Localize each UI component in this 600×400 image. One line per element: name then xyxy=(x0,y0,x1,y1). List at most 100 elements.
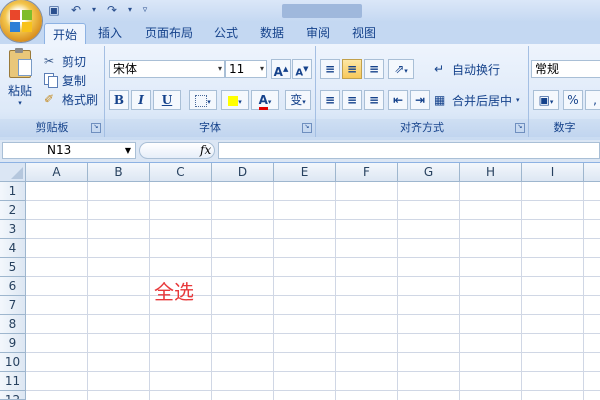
cell-area[interactable] xyxy=(26,182,600,400)
phonetic-button[interactable]: 变▾ xyxy=(285,90,311,110)
underline-button[interactable]: U xyxy=(153,90,181,110)
column-header[interactable]: B xyxy=(88,163,150,182)
row-header[interactable]: 3 xyxy=(0,220,26,239)
wrap-text-button[interactable]: ↵ 自动换行 xyxy=(434,60,500,78)
row-header[interactable]: 7 xyxy=(0,296,26,315)
merge-center-label: 合并后居中 xyxy=(452,93,513,108)
row-header[interactable]: 5 xyxy=(0,258,26,277)
tab-view[interactable]: 视图 xyxy=(344,22,384,44)
number-group-label: 数字 xyxy=(529,119,600,137)
bold-button[interactable]: B xyxy=(109,90,129,110)
number-format-value: 常规 xyxy=(535,62,560,76)
column-header[interactable]: D xyxy=(212,163,274,182)
chevron-down-icon[interactable]: ▾ xyxy=(90,2,98,18)
align-right-button[interactable]: ≡ xyxy=(364,90,384,110)
align-top-button[interactable]: ≡ xyxy=(320,59,340,79)
shrink-font-label: A xyxy=(295,67,304,79)
row-header[interactable]: 9 xyxy=(0,334,26,353)
column-header[interactable]: A xyxy=(26,163,88,182)
number-format-combo[interactable]: 常规 xyxy=(531,60,600,78)
grow-font-button[interactable]: A▲ xyxy=(271,59,291,79)
chevron-down-icon[interactable]: ▾ xyxy=(516,96,520,104)
column-header[interactable] xyxy=(584,163,600,182)
undo-icon[interactable]: ↶ xyxy=(68,2,84,18)
row-header[interactable]: 4 xyxy=(0,239,26,258)
clipboard-group: 粘贴 ▾ ✂ 剪切 复制 ✐ 格式刷 剪贴板 ↘ xyxy=(0,46,105,137)
merge-center-button[interactable]: ▦ 合并后居中 ▾ xyxy=(434,91,520,109)
insert-function-button[interactable]: fx xyxy=(200,143,211,157)
format-painter-button[interactable]: ✐ 格式刷 xyxy=(44,90,98,108)
worksheet-grid[interactable]: A B C D E F G H I 1 2 3 4 5 6 7 8 9 10 1… xyxy=(0,163,600,400)
align-left-button[interactable]: ≡ xyxy=(320,90,340,110)
tab-data[interactable]: 数据 xyxy=(252,22,292,44)
border-button[interactable]: ▾ xyxy=(189,90,217,110)
row-header[interactable]: 10 xyxy=(0,353,26,372)
column-header[interactable]: C xyxy=(150,163,212,182)
dialog-launcher-icon[interactable]: ↘ xyxy=(302,123,312,133)
shrink-font-button[interactable]: A▼ xyxy=(292,59,312,79)
comma-button[interactable]: , xyxy=(585,90,600,110)
chevron-down-icon[interactable]: ▼ xyxy=(125,143,131,158)
row-header[interactable]: 12 xyxy=(0,391,26,400)
chevron-down-icon[interactable]: ▾ xyxy=(126,2,134,18)
font-name-combo[interactable]: 宋体 ▾ xyxy=(109,60,225,78)
percent-button[interactable]: % xyxy=(563,90,583,110)
tab-review[interactable]: 审阅 xyxy=(298,22,338,44)
formula-input[interactable] xyxy=(218,142,600,159)
italic-button[interactable]: I xyxy=(131,90,151,110)
paste-button[interactable]: 粘贴 ▾ xyxy=(6,48,34,110)
formula-bar: N13 ▼ fx xyxy=(0,140,600,163)
save-icon[interactable]: ▣ xyxy=(46,2,62,18)
select-all-button[interactable] xyxy=(0,163,26,182)
redo-icon[interactable]: ↷ xyxy=(104,2,120,18)
align-right-icon: ≡ xyxy=(368,93,380,107)
orientation-button[interactable]: ⇗▾ xyxy=(388,59,414,79)
name-box[interactable]: N13 ▼ xyxy=(2,142,136,159)
column-header[interactable]: G xyxy=(398,163,460,182)
clipboard-icon xyxy=(9,48,32,78)
align-bottom-button[interactable]: ≡ xyxy=(364,59,384,79)
paste-label: 粘贴 xyxy=(7,84,32,98)
customize-toolbar-icon[interactable]: ▿ xyxy=(140,2,150,18)
font-name-value: 宋体 xyxy=(113,62,138,76)
tab-formulas[interactable]: 公式 xyxy=(206,22,246,44)
office-button[interactable] xyxy=(0,0,42,42)
column-header[interactable]: I xyxy=(522,163,584,182)
align-middle-button[interactable]: ≡ xyxy=(342,59,362,79)
copy-button[interactable]: 复制 xyxy=(44,71,86,89)
paint-bucket-icon xyxy=(228,95,239,106)
tab-page-layout[interactable]: 页面布局 xyxy=(138,22,200,44)
currency-button[interactable]: ▣▾ xyxy=(533,90,559,110)
quick-access-toolbar: ▣ ↶ ▾ ↷ ▾ ▿ xyxy=(46,2,150,18)
font-color-label: A xyxy=(258,93,268,110)
row-header[interactable]: 8 xyxy=(0,315,26,334)
dialog-launcher-icon[interactable]: ↘ xyxy=(91,123,101,133)
chevron-down-icon: ▾ xyxy=(18,99,22,107)
chevron-down-icon[interactable]: ▾ xyxy=(218,61,222,77)
tab-home[interactable]: 开始 xyxy=(44,23,86,45)
chevron-down-icon[interactable]: ▾ xyxy=(260,61,264,77)
increase-indent-button[interactable]: ⇥ xyxy=(410,90,430,110)
row-header[interactable]: 6 xyxy=(0,277,26,296)
currency-icon: ▣ xyxy=(538,93,550,107)
align-center-button[interactable]: ≡ xyxy=(342,90,362,110)
row-header[interactable]: 2 xyxy=(0,201,26,220)
column-header[interactable]: F xyxy=(336,163,398,182)
increase-indent-icon: ⇥ xyxy=(414,93,426,107)
select-all-triangle-icon xyxy=(11,167,23,179)
copy-icon xyxy=(44,73,58,88)
column-header[interactable]: H xyxy=(460,163,522,182)
tab-insert[interactable]: 插入 xyxy=(88,22,132,44)
dialog-launcher-icon[interactable]: ↘ xyxy=(515,123,525,133)
row-header[interactable]: 1 xyxy=(0,182,26,201)
font-group: 宋体 ▾ 11 ▾ A▲ A▼ B I U ▾ ▾ A▾ 变▾ 字体 ↘ xyxy=(105,46,316,137)
row-header[interactable]: 11 xyxy=(0,372,26,391)
alignment-group: ≡ ≡ ≡ ⇗▾ ↵ 自动换行 ≡ ≡ ≡ ⇤ ⇥ ▦ 合并后居中 ▾ 对齐方式… xyxy=(316,46,529,137)
font-color-button[interactable]: A▾ xyxy=(251,90,279,110)
decrease-indent-button[interactable]: ⇤ xyxy=(388,90,408,110)
fill-color-button[interactable]: ▾ xyxy=(221,90,249,110)
cut-button[interactable]: ✂ 剪切 xyxy=(44,52,86,70)
column-header[interactable]: E xyxy=(274,163,336,182)
wrap-text-icon: ↵ xyxy=(434,62,445,76)
font-size-combo[interactable]: 11 ▾ xyxy=(225,60,267,78)
